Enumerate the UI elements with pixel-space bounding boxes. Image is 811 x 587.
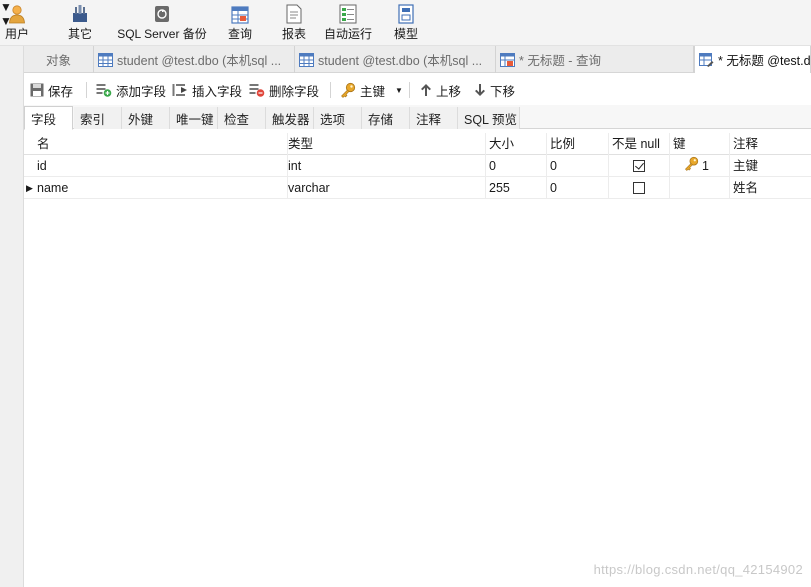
column-header-scale[interactable]: 比例 — [547, 133, 609, 155]
grid-header-row: 名 类型 大小 比例 不是 null 键 注释 — [24, 133, 811, 155]
table-icon — [299, 52, 314, 67]
left-navigation-gutter — [0, 46, 24, 587]
query-button[interactable]: 查询 — [224, 0, 256, 46]
insert-field-icon — [172, 83, 188, 97]
tab-objects[interactable]: 对象 — [24, 46, 94, 73]
add-field-button[interactable]: 添加字段 — [96, 81, 166, 99]
tab-checks[interactable]: 检查 — [218, 107, 266, 129]
report-button[interactable]: 报表 — [278, 0, 310, 46]
column-header-key[interactable]: 键 — [670, 133, 730, 155]
sql-server-backup-button[interactable]: SQL Server 备份 — [114, 0, 210, 46]
fields-grid: 名 类型 大小 比例 不是 null 键 注释 id int 0 0 1 主键 … — [24, 133, 811, 199]
key-cell[interactable]: 1 — [670, 155, 730, 177]
automation-icon — [338, 2, 358, 24]
query-icon — [500, 52, 515, 67]
column-header-name[interactable]: 名 — [34, 133, 288, 155]
backup-icon — [152, 2, 172, 24]
current-row-marker-icon: ▶ — [26, 183, 33, 193]
field-scale-cell[interactable]: 0 — [547, 155, 609, 177]
field-name-cell[interactable]: name — [34, 177, 288, 199]
column-header-size[interactable]: 大小 — [486, 133, 547, 155]
arrow-down-icon — [474, 83, 486, 97]
automation-button[interactable]: 自动运行 — [322, 0, 374, 46]
main-ribbon-toolbar: 用户 ▼ 其它 ▼ SQL Server 备份 查询 报表 自动运行 模型 — [0, 0, 811, 46]
model-button[interactable]: 模型 — [390, 0, 422, 46]
field-size-cell[interactable]: 255 — [486, 177, 547, 199]
tab-untitled-table-design[interactable]: * 无标题 @test.d — [694, 46, 811, 73]
add-field-icon — [96, 83, 112, 97]
move-up-button[interactable]: 上移 — [420, 81, 461, 99]
watermark-text: https://blog.csdn.net/qq_42154902 — [593, 562, 803, 577]
save-button[interactable]: 保存 — [30, 81, 73, 99]
primary-key-icon — [684, 156, 699, 177]
user-button[interactable]: 用户 — [0, 0, 34, 46]
arrow-up-icon — [420, 83, 432, 97]
insert-field-button[interactable]: 插入字段 — [172, 81, 242, 99]
delete-field-icon — [249, 83, 265, 97]
column-header-not-null[interactable]: 不是 null — [609, 133, 670, 155]
field-name-cell[interactable]: id — [34, 155, 288, 177]
tab-indexes[interactable]: 索引 — [74, 107, 122, 129]
other-button[interactable]: 其它 — [62, 0, 98, 46]
tab-fields[interactable]: 字段 — [24, 106, 73, 130]
tab-student-table-1[interactable]: student @test.dbo (本机sql ... — [94, 46, 295, 73]
move-down-button[interactable]: 下移 — [474, 81, 515, 99]
tab-untitled-query[interactable]: * 无标题 - 查询 — [496, 46, 694, 73]
tools-icon — [70, 2, 90, 24]
field-scale-cell[interactable]: 0 — [547, 177, 609, 199]
save-icon — [30, 83, 44, 97]
tab-options[interactable]: 选项 — [314, 107, 362, 129]
field-type-cell[interactable]: int — [285, 155, 486, 177]
model-icon — [396, 2, 416, 24]
delete-field-button[interactable]: 删除字段 — [249, 81, 319, 99]
table-design-toolbar: 保存 添加字段 插入字段 删除字段 主键 ▼ 上移 下移 — [24, 74, 811, 104]
toolbar-separator — [409, 82, 410, 98]
column-header-type[interactable]: 类型 — [285, 133, 486, 155]
tab-unique-keys[interactable]: 唯一键 — [170, 107, 218, 129]
not-null-cell — [609, 177, 670, 199]
column-header-comment[interactable]: 注释 — [730, 133, 811, 155]
design-sub-tab-bar: 字段 索引 外键 唯一键 检查 触发器 选项 存储 注释 SQL 预览 — [24, 105, 811, 130]
not-null-checkbox[interactable] — [633, 160, 645, 172]
field-comment-cell[interactable]: 主键 — [730, 155, 811, 177]
document-tab-bar: 对象 student @test.dbo (本机sql ... student … — [24, 46, 811, 73]
key-icon — [340, 82, 356, 98]
field-type-cell[interactable]: varchar — [285, 177, 486, 199]
user-icon — [7, 2, 27, 24]
primary-key-dropdown-icon[interactable]: ▼ — [395, 86, 403, 95]
tab-comment[interactable]: 注释 — [410, 107, 458, 129]
tab-foreign-keys[interactable]: 外键 — [122, 107, 170, 129]
key-cell[interactable] — [670, 177, 730, 199]
not-null-cell — [609, 155, 670, 177]
toolbar-separator — [86, 82, 87, 98]
primary-key-button[interactable]: 主键 ▼ — [340, 81, 403, 99]
table-row[interactable]: ▶ name varchar 255 0 姓名 — [24, 177, 811, 199]
table-row[interactable]: id int 0 0 1 主键 — [24, 155, 811, 177]
tab-storage[interactable]: 存储 — [362, 107, 410, 129]
toolbar-separator — [330, 82, 331, 98]
tab-sql-preview[interactable]: SQL 预览 — [458, 107, 520, 129]
query-table-icon — [230, 2, 250, 24]
report-icon — [284, 2, 304, 24]
not-null-checkbox[interactable] — [633, 182, 645, 194]
table-design-icon — [699, 52, 714, 67]
field-size-cell[interactable]: 0 — [486, 155, 547, 177]
field-comment-cell[interactable]: 姓名 — [730, 177, 811, 199]
tab-student-table-2[interactable]: student @test.dbo (本机sql ... — [295, 46, 496, 73]
table-icon — [98, 52, 113, 67]
tab-triggers[interactable]: 触发器 — [266, 107, 314, 129]
